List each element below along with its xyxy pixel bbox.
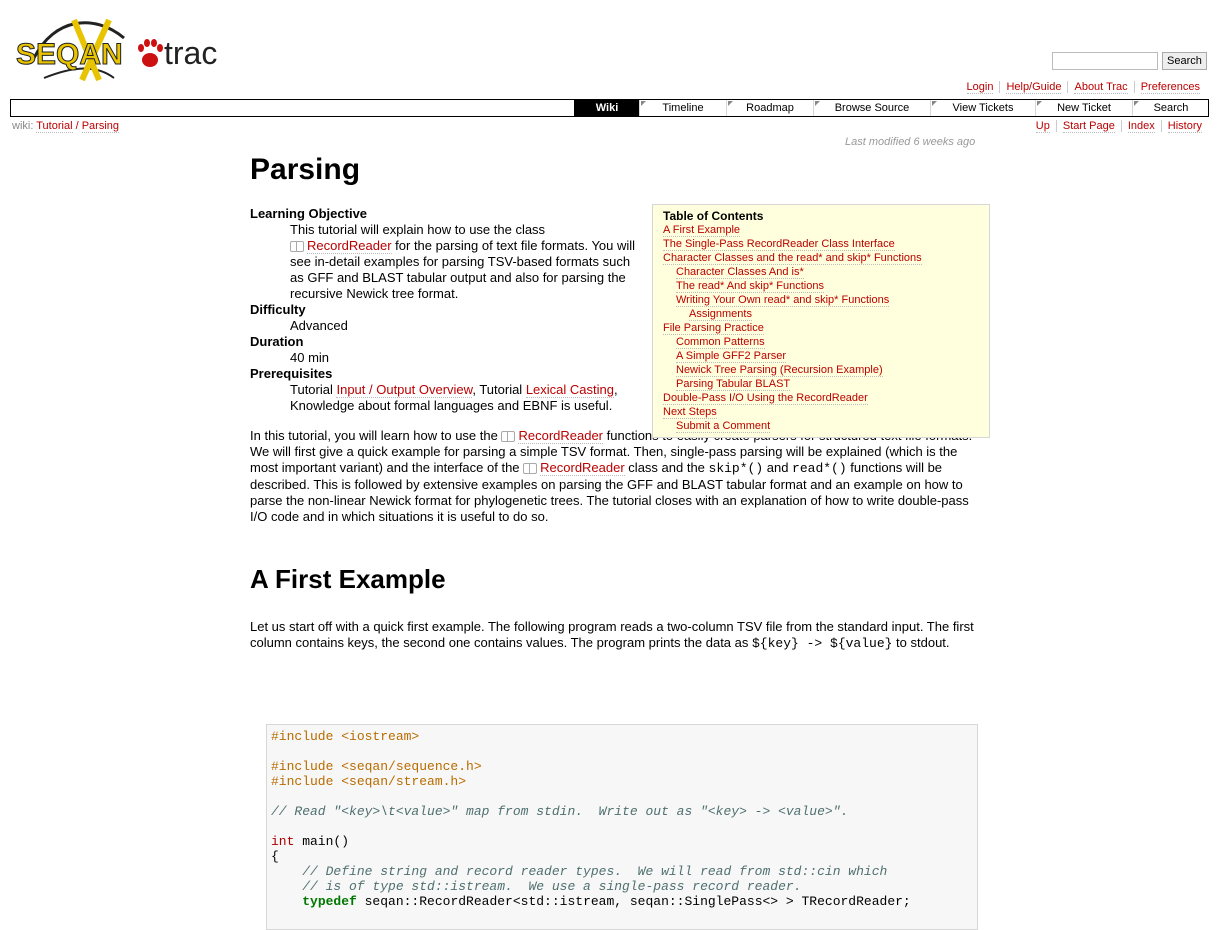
- about-trac-link[interactable]: About Trac: [1074, 81, 1128, 94]
- tab-roadmap-label: Roadmap: [746, 102, 794, 114]
- login-link[interactable]: Login: [966, 81, 994, 94]
- tutorial-meta: Learning Objective This tutorial will ex…: [250, 206, 640, 414]
- toc-item[interactable]: Submit a Comment: [676, 420, 771, 433]
- recordreader-link[interactable]: RecordReader: [307, 238, 392, 254]
- toc-item[interactable]: Double-Pass I/O Using the RecordReader: [663, 392, 868, 405]
- section-text-end: to stdout.: [892, 635, 950, 650]
- intro-text-3: class and the: [624, 460, 709, 475]
- up-link[interactable]: Up: [1035, 120, 1050, 133]
- learning-objective-label: Learning Objective: [250, 206, 368, 221]
- tab-new-ticket-label: New Ticket: [1057, 102, 1111, 114]
- intro-text-4: and: [763, 460, 793, 475]
- breadcrumb-prefix: wiki:: [12, 120, 34, 132]
- toc-title: Table of Contents: [663, 209, 764, 223]
- toc-item[interactable]: The Single-Pass RecordReader Class Inter…: [663, 238, 895, 251]
- toc-item[interactable]: A Simple GFF2 Parser: [676, 350, 787, 363]
- context-nav: Up Start Page Index History: [1030, 120, 1208, 133]
- inline-code: skip*(): [708, 461, 764, 476]
- tab-search-label: Search: [1153, 102, 1189, 114]
- code-line: #include <iostream>: [271, 729, 420, 744]
- book-icon: [523, 463, 538, 475]
- breadcrumb-parsing[interactable]: Parsing: [81, 120, 120, 133]
- code-line: {: [271, 849, 279, 864]
- section-heading: A First Example: [250, 564, 446, 594]
- logo-text-seqan: SEQAN: [16, 38, 123, 71]
- breadcrumb-tutorial[interactable]: Tutorial: [36, 120, 73, 133]
- toc-item[interactable]: The read* And skip* Functions: [676, 280, 824, 293]
- inline-code: ${key} -> ${value}: [752, 636, 893, 651]
- toc-item[interactable]: Next Steps: [663, 406, 717, 419]
- code-line: #include <seqan/stream.h>: [271, 774, 467, 789]
- toc-item[interactable]: Character Classes and the read* and skip…: [663, 252, 922, 265]
- toc-item[interactable]: Assignments: [689, 308, 752, 321]
- search-input[interactable]: [1052, 52, 1158, 70]
- tab-search[interactable]: Search: [1132, 100, 1209, 116]
- start-page-link[interactable]: Start Page: [1062, 120, 1115, 133]
- breadcrumb-separator: /: [75, 120, 79, 132]
- paw-icon: [138, 39, 163, 67]
- tab-timeline-label: Timeline: [662, 102, 704, 114]
- toc-item[interactable]: File Parsing Practice: [663, 322, 764, 335]
- code-keyword: typedef: [302, 894, 357, 909]
- toc-item[interactable]: Parsing Tabular BLAST: [676, 378, 791, 391]
- tab-browse-source-label: Browse Source: [834, 102, 910, 114]
- intro-text-1: In this tutorial, you will learn how to …: [250, 428, 502, 443]
- index-link[interactable]: Index: [1127, 120, 1155, 133]
- preferences-link[interactable]: Preferences: [1140, 81, 1200, 94]
- difficulty-value: Advanced: [290, 318, 348, 333]
- duration-value: 40 min: [290, 350, 330, 365]
- wiki-content: Parsing Table of Contents A First Exampl…: [250, 148, 990, 668]
- code-keyword: int: [271, 834, 295, 849]
- code-block: #include <iostream> #include <seqan/sequ…: [266, 724, 978, 930]
- difficulty-label: Difficulty: [250, 302, 306, 317]
- toc-item[interactable]: Newick Tree Parsing (Recursion Example): [676, 364, 883, 377]
- toc-item[interactable]: A First Example: [663, 224, 741, 237]
- io-overview-link[interactable]: Input / Output Overview: [336, 382, 473, 398]
- toc-item[interactable]: Character Classes And is*: [676, 266, 804, 279]
- prereq-text-1: Tutorial: [290, 382, 337, 397]
- last-modified[interactable]: Last modified 6 weeks ago: [845, 136, 975, 148]
- logo-text-trac: trac: [164, 35, 217, 71]
- toc-item[interactable]: Writing Your Own read* and skip* Functio…: [676, 294, 890, 307]
- section-paragraph: Let us start off with a quick first exam…: [250, 619, 986, 652]
- book-icon: [501, 431, 516, 443]
- learning-objective-text: This tutorial will explain how to use th…: [290, 222, 640, 302]
- code-line: main(): [294, 834, 350, 849]
- page-title: Parsing: [250, 153, 361, 186]
- tab-new-ticket[interactable]: New Ticket: [1035, 100, 1132, 116]
- search-button[interactable]: Search: [1162, 52, 1207, 70]
- lexical-casting-link[interactable]: Lexical Casting: [525, 382, 614, 398]
- lo-text-1: This tutorial will explain how to use th…: [290, 222, 546, 237]
- prereq-text-2: , Tutorial: [472, 382, 526, 397]
- tab-view-tickets[interactable]: View Tickets: [930, 100, 1035, 116]
- code-line: seqan::RecordReader<std::istream, seqan:…: [356, 894, 911, 909]
- book-icon: [290, 241, 304, 253]
- code-line: // Define string and record reader types…: [271, 864, 888, 879]
- recordreader-link[interactable]: RecordReader: [518, 428, 604, 444]
- tab-wiki[interactable]: Wiki: [574, 100, 639, 116]
- seqan-trac-logo[interactable]: SEQAN trac: [14, 8, 229, 98]
- tab-roadmap[interactable]: Roadmap: [726, 100, 813, 116]
- table-of-contents: Table of Contents A First Example The Si…: [652, 204, 990, 438]
- breadcrumb: wiki: Tutorial / Parsing: [12, 120, 120, 133]
- tab-browse-source[interactable]: Browse Source: [813, 100, 930, 116]
- tab-timeline[interactable]: Timeline: [639, 100, 726, 116]
- inline-code: read*(): [792, 461, 847, 476]
- toc-item[interactable]: Common Patterns: [676, 336, 765, 349]
- meta-nav: Login Help/Guide About Trac Preferences: [961, 81, 1206, 94]
- prerequisites-text: Tutorial Input / Output Overview, Tutori…: [290, 382, 640, 414]
- history-link[interactable]: History: [1167, 120, 1202, 133]
- tab-view-tickets-label: View Tickets: [952, 102, 1014, 114]
- recordreader-link[interactable]: RecordReader: [540, 460, 625, 476]
- main-nav: Wiki Timeline Roadmap Browse Source View…: [10, 99, 1209, 117]
- code-line: // Read "<key>\t<value>" map from stdin.…: [271, 804, 849, 819]
- code-line: #include <seqan/sequence.h>: [271, 759, 482, 774]
- code-line: // is of type std::istream. We use a sin…: [271, 879, 802, 894]
- help-guide-link[interactable]: Help/Guide: [1006, 81, 1062, 94]
- intro-paragraph: In this tutorial, you will learn how to …: [250, 428, 986, 525]
- duration-label: Duration: [250, 334, 304, 349]
- prerequisites-label: Prerequisites: [250, 366, 333, 381]
